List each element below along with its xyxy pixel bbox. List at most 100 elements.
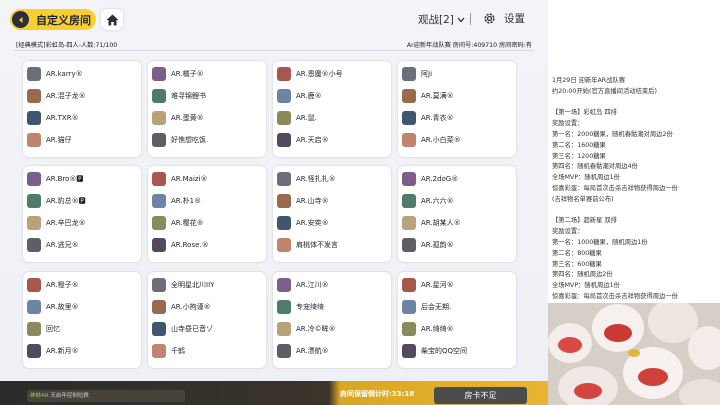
- player-slot[interactable]: AR.猫仔: [27, 131, 139, 148]
- player-slot[interactable]: AR.小拘谨®: [152, 298, 264, 315]
- room-card-button[interactable]: 房卡不足: [434, 387, 527, 404]
- player-slot[interactable]: AR.混子龙®: [27, 87, 139, 104]
- player-slot[interactable]: 难寻锦鲤书: [152, 87, 264, 104]
- team-card[interactable]: AR.2doG® AR.六六® AR.胡某人® AR.孤韵®: [398, 166, 516, 262]
- player-name: AR.鼠.: [296, 113, 317, 122]
- player-name: 好憔想吃饭.: [171, 135, 209, 144]
- player-slot[interactable]: 后会无期.: [402, 298, 514, 315]
- player-slot[interactable]: 肩桃体不发言: [277, 236, 389, 253]
- player-slot[interactable]: AR.鹿®: [277, 87, 389, 104]
- player-slot[interactable]: AR.山寺®: [277, 192, 389, 209]
- player-slot[interactable]: 柴宝的QQ空间: [402, 342, 514, 359]
- avatar: [402, 88, 416, 103]
- player-slot[interactable]: AR.故里®: [27, 298, 139, 315]
- player-slot[interactable]: 好憔想吃饭.: [152, 131, 264, 148]
- team-card[interactable]: AR.karry® AR.混子龙® AR.TXR® AR.猫仔: [23, 61, 141, 157]
- avatar: [402, 343, 416, 358]
- player-slot[interactable]: AR.樱花®: [152, 214, 264, 231]
- player-name: 山寺昼已音ゾ: [171, 324, 213, 333]
- player-slot[interactable]: AR.karry®: [27, 65, 139, 82]
- ticker-sender: 蚌蚌AR: [30, 393, 49, 399]
- player-slot[interactable]: AR.橘子®: [152, 65, 264, 82]
- avatar: [402, 132, 416, 147]
- team-card[interactable]: AR.Bro®🅿 AR.豹总®🅿 AR.辛巴龙® AR.逃兄®: [23, 166, 141, 262]
- player-slot[interactable]: AR.Rose.®: [152, 236, 264, 253]
- team-card[interactable]: AR.橘子® 难寻锦鲤书 AR.蛋黄® 好憔想吃饭.: [148, 61, 266, 157]
- player-slot[interactable]: AR.恩魔®小号: [277, 65, 389, 82]
- player-name: AR.2doG®: [421, 174, 459, 183]
- player-name: AR.天启®: [296, 135, 329, 144]
- team-card[interactable]: 全明星北川IIY AR.小拘谨® 山寺昼已音ゾ千鹤: [148, 272, 266, 368]
- player-slot[interactable]: AR.漂航®: [277, 342, 389, 359]
- team-card[interactable]: AR.恩魔®小号 AR.鹿® AR.鼠. AR.天启®: [273, 61, 391, 157]
- player-name: 肩桃体不发言: [296, 240, 338, 249]
- player-slot[interactable]: AR.TXR®: [27, 109, 139, 126]
- player-name: AR.小拘谨®: [171, 302, 211, 311]
- player-slot[interactable]: AR.绮绮®: [402, 320, 514, 337]
- player-name: AR.朴1®: [171, 196, 202, 205]
- team-card[interactable]: AR.Maizi® AR.朴1® AR.樱花® AR.Rose.®: [148, 166, 266, 262]
- player-slot[interactable]: AR.橙子®: [27, 276, 139, 293]
- player-slot[interactable]: 阿Ji: [402, 65, 514, 82]
- player-name: AR.蛋黄®: [171, 113, 204, 122]
- player-name: AR.小白菜®: [421, 135, 461, 144]
- avatar: [402, 237, 416, 252]
- avatar: [277, 343, 291, 358]
- player-slot[interactable]: AR.辛巴龙®: [27, 214, 139, 231]
- back-button[interactable]: 自定义房间: [10, 9, 96, 30]
- avatar: [27, 321, 41, 336]
- player-slot[interactable]: AR.胡某人®: [402, 214, 514, 231]
- player-slot[interactable]: AR.莫满®: [402, 87, 514, 104]
- player-name: AR.豹总®🅿: [46, 196, 86, 205]
- player-slot[interactable]: 全明星北川IIY: [152, 276, 264, 293]
- back-arrow-icon: [12, 11, 29, 28]
- player-name: AR.故里®: [46, 302, 79, 311]
- player-slot[interactable]: AR.六六®: [402, 192, 514, 209]
- game-screen: 自定义房间 观战[2] 设置 [经典模式]彩虹岛-四人-人数:71/100 Ar…: [0, 0, 548, 405]
- player-name: AR.山寺®: [296, 196, 329, 205]
- page-title: 自定义房间: [36, 13, 91, 27]
- team-card[interactable]: AR.江川® 专宠绮绮 AR.冷©眸® AR.漂航®: [273, 272, 391, 368]
- event-info-line: 第一名：1000糖果，随机周边1份: [552, 239, 648, 246]
- player-slot[interactable]: AR.安奕®: [277, 214, 389, 231]
- chevron-down-icon: [457, 17, 465, 22]
- player-slot[interactable]: AR.逃兄®: [27, 236, 139, 253]
- settings-button[interactable]: 设置: [483, 11, 525, 26]
- player-slot[interactable]: 山寺昼已音ゾ: [152, 320, 264, 337]
- event-info-line: 全场MVP：随机周边1份: [552, 174, 620, 182]
- player-slot[interactable]: AR.江川®: [277, 276, 389, 293]
- player-slot[interactable]: AR.Maizi®: [152, 170, 264, 187]
- player-slot[interactable]: 专宠绮绮: [277, 298, 389, 315]
- player-name: AR.孤韵®: [421, 240, 454, 249]
- player-slot[interactable]: AR.小白菜®: [402, 131, 514, 148]
- avatar: [402, 299, 416, 314]
- spectate-dropdown[interactable]: 观战[2]: [418, 12, 465, 27]
- team-card[interactable]: AR.橙子® AR.故里® 回忆 AR.新月®: [23, 272, 141, 368]
- player-slot[interactable]: AR.孤韵®: [402, 236, 514, 253]
- event-info-line: (吉祥物名单赛前公布): [552, 195, 614, 203]
- player-slot[interactable]: 千鹤: [152, 342, 264, 359]
- player-name: AR.安奕®: [296, 218, 329, 227]
- team-card[interactable]: 阿Ji AR.莫满® AR.青衣® AR.小白菜®: [398, 61, 516, 157]
- player-slot[interactable]: AR.蛋黄®: [152, 109, 264, 126]
- player-slot[interactable]: AR.豹总®🅿: [27, 192, 139, 209]
- avatar: [27, 299, 41, 314]
- player-slot[interactable]: AR.鼠.: [277, 109, 389, 126]
- player-slot[interactable]: 回忆: [27, 320, 139, 337]
- player-slot[interactable]: AR.2doG®: [402, 170, 514, 187]
- player-slot[interactable]: AR.Bro®🅿: [27, 170, 139, 187]
- player-slot[interactable]: AR.朴1®: [152, 192, 264, 209]
- player-slot[interactable]: AR.天启®: [277, 131, 389, 148]
- avatar: [152, 321, 166, 336]
- player-slot[interactable]: AR.星河®: [402, 276, 514, 293]
- team-card[interactable]: AR.星河® 后会无期. AR.绮绮® 柴宝的QQ空间: [398, 272, 516, 368]
- player-slot[interactable]: AR.新月®: [27, 342, 139, 359]
- home-button[interactable]: [101, 9, 123, 30]
- team-card[interactable]: AR.怪扎扎® AR.山寺® AR.安奕® 肩桃体不发言: [273, 166, 391, 262]
- player-slot[interactable]: AR.冷©眸®: [277, 320, 389, 337]
- avatar: [277, 132, 291, 147]
- event-info-line: 【第二场】超新星 双排: [552, 217, 617, 225]
- player-name: 柴宝的QQ空间: [421, 346, 468, 355]
- player-slot[interactable]: AR.青衣®: [402, 109, 514, 126]
- player-slot[interactable]: AR.怪扎扎®: [277, 170, 389, 187]
